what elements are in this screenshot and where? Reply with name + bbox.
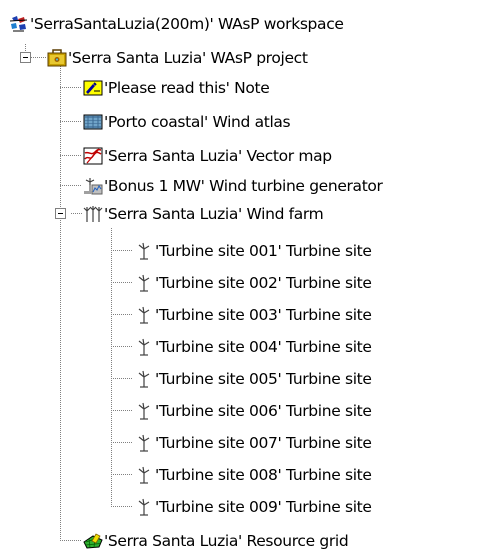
turbine-site-label: 'Turbine site 004' Turbine site — [155, 338, 372, 356]
turbine-site-label: 'Turbine site 009' Turbine site — [155, 498, 372, 516]
turbine-site-icon — [134, 498, 154, 516]
workspace-label: 'SerraSantaLuzia(200m)' WAsP workspace — [30, 15, 344, 33]
wind-farm-icon — [83, 205, 103, 223]
wind-turbine-generator-label: 'Bonus 1 MW' Wind turbine generator — [104, 177, 383, 195]
wind-atlas-icon — [83, 113, 103, 131]
turbine-site-label: 'Turbine site 002' Turbine site — [155, 274, 372, 292]
turbine-site-icon — [134, 434, 154, 452]
note-label: 'Please read this' Note — [104, 79, 270, 97]
tree-node-turbine-site[interactable]: 'Turbine site 008' Turbine site — [134, 463, 372, 487]
wind-turbine-generator-icon — [83, 177, 103, 195]
tree-node-turbine-site[interactable]: 'Turbine site 002' Turbine site — [134, 271, 372, 295]
turbine-site-label: 'Turbine site 005' Turbine site — [155, 370, 372, 388]
tree-node-workspace[interactable]: 'SerraSantaLuzia(200m)' WAsP workspace — [9, 12, 344, 36]
turbine-site-icon — [134, 306, 154, 324]
turbine-site-label: 'Turbine site 001' Turbine site — [155, 242, 372, 260]
vector-map-icon — [83, 147, 103, 165]
tree-node-turbine-site[interactable]: 'Turbine site 001' Turbine site — [134, 239, 372, 263]
tree-node-turbine-site[interactable]: 'Turbine site 006' Turbine site — [134, 399, 372, 423]
wind-farm-collapse-button[interactable] — [55, 208, 66, 219]
turbine-site-icon — [134, 370, 154, 388]
tree-node-vector-map[interactable]: 'Serra Santa Luzia' Vector map — [83, 144, 332, 168]
turbine-site-label: 'Turbine site 006' Turbine site — [155, 402, 372, 420]
project-briefcase-icon — [47, 49, 67, 67]
tree-node-project[interactable]: 'Serra Santa Luzia' WAsP project — [47, 46, 308, 70]
workspace-icon — [9, 15, 29, 33]
turbine-site-label: 'Turbine site 003' Turbine site — [155, 306, 372, 324]
project-label: 'Serra Santa Luzia' WAsP project — [68, 49, 308, 67]
tree-node-turbine-site[interactable]: 'Turbine site 003' Turbine site — [134, 303, 372, 327]
vector-map-label: 'Serra Santa Luzia' Vector map — [104, 147, 332, 165]
tree-node-wind-atlas[interactable]: 'Porto coastal' Wind atlas — [83, 110, 291, 134]
tree-node-wind-farm[interactable]: 'Serra Santa Luzia' Wind farm — [83, 202, 324, 226]
tree-node-wind-turbine-generator[interactable]: 'Bonus 1 MW' Wind turbine generator — [83, 174, 383, 198]
resource-grid-label: 'Serra Santa Luzia' Resource grid — [104, 532, 349, 550]
tree-node-turbine-site[interactable]: 'Turbine site 007' Turbine site — [134, 431, 372, 455]
turbine-site-icon — [134, 274, 154, 292]
wind-farm-label: 'Serra Santa Luzia' Wind farm — [104, 205, 324, 223]
turbine-site-label: 'Turbine site 008' Turbine site — [155, 466, 372, 484]
note-icon — [83, 79, 103, 97]
turbine-site-icon — [134, 402, 154, 420]
project-collapse-button[interactable] — [20, 52, 31, 63]
turbine-site-label: 'Turbine site 007' Turbine site — [155, 434, 372, 452]
resource-grid-icon — [83, 532, 103, 550]
tree-node-turbine-site[interactable]: 'Turbine site 009' Turbine site — [134, 495, 372, 519]
tree-node-turbine-site[interactable]: 'Turbine site 004' Turbine site — [134, 335, 372, 359]
turbine-site-icon — [134, 242, 154, 260]
tree-node-note[interactable]: 'Please read this' Note — [83, 76, 270, 100]
turbine-site-icon — [134, 466, 154, 484]
turbine-site-icon — [134, 338, 154, 356]
tree-node-turbine-site[interactable]: 'Turbine site 005' Turbine site — [134, 367, 372, 391]
workspace-tree: 'SerraSantaLuzia(200m)' WAsP workspace '… — [0, 0, 484, 551]
wind-atlas-label: 'Porto coastal' Wind atlas — [104, 113, 291, 131]
tree-node-resource-grid[interactable]: 'Serra Santa Luzia' Resource grid — [83, 529, 349, 553]
